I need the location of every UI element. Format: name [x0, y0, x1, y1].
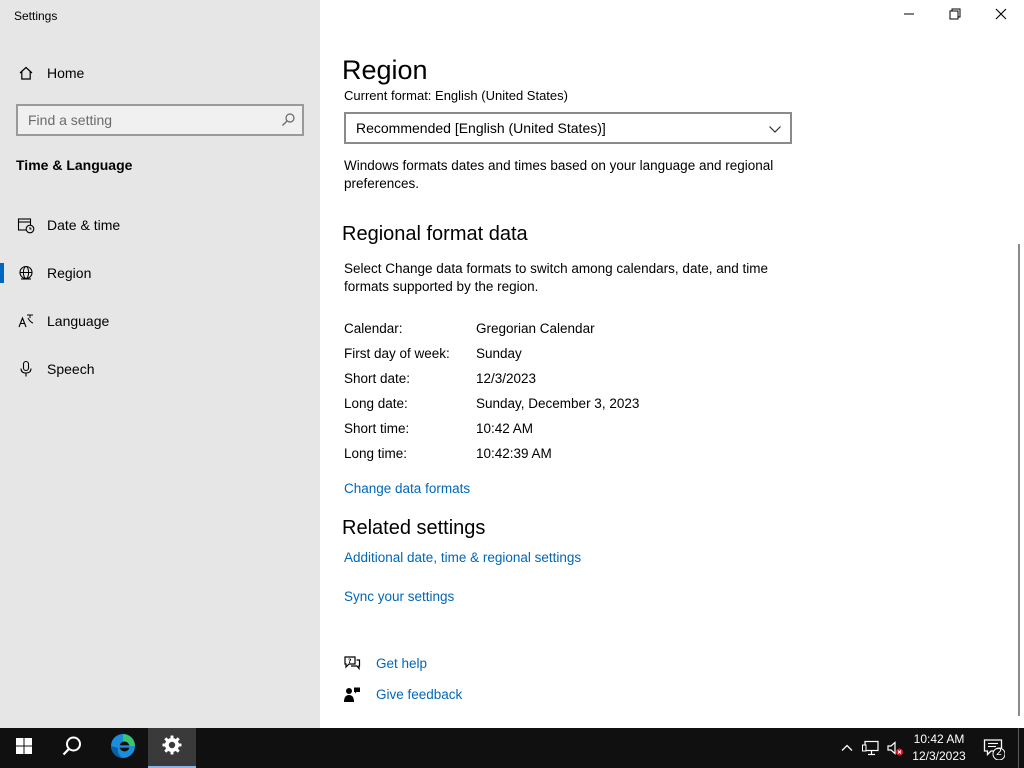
format-row-value: Sunday: [476, 346, 522, 361]
start-button[interactable]: [0, 728, 48, 768]
format-row-value: 10:42 AM: [476, 421, 534, 436]
close-button[interactable]: [978, 0, 1024, 32]
active-indicator: [0, 263, 4, 283]
show-desktop-button[interactable]: [1018, 728, 1019, 768]
format-row-value: Gregorian Calendar: [476, 321, 595, 336]
regional-format-heading: Regional format data: [342, 223, 528, 245]
clock-time: 10:42 AM: [913, 732, 965, 746]
settings-taskbar-button[interactable]: [148, 728, 196, 768]
notification-count: 2: [995, 747, 1003, 758]
sidebar-item-label: Home: [47, 65, 85, 81]
date-time-icon: [17, 216, 35, 234]
sidebar-item-label: Date & time: [47, 217, 121, 233]
dropdown-selected-value: Recommended [English (United States)]: [356, 120, 606, 136]
give-feedback-link[interactable]: Give feedback: [376, 687, 462, 702]
taskbar-clock[interactable]: 10:42 AM 12/3/2023: [906, 731, 972, 765]
app-title: Settings: [14, 9, 58, 23]
get-help-link[interactable]: Get help: [376, 656, 427, 671]
minimize-button[interactable]: [886, 0, 932, 32]
change-data-formats-link[interactable]: Change data formats: [344, 481, 470, 496]
regional-format-description: Select Change data formats to switch amo…: [344, 261, 768, 294]
sidebar-item-label: Region: [47, 265, 92, 281]
format-row-label: First day of week:: [344, 346, 450, 361]
edge-button[interactable]: [99, 728, 147, 768]
volume-muted-icon[interactable]: [886, 739, 904, 757]
search-field[interactable]: [16, 104, 304, 136]
get-help-icon: ?: [343, 655, 361, 673]
current-format-line: Current format: English (United States): [344, 88, 744, 103]
search-icon: [61, 735, 83, 762]
format-row-value: Sunday, December 3, 2023: [476, 396, 640, 411]
format-row-value: 10:42:39 AM: [476, 446, 552, 461]
sidebar-item-region[interactable]: Region: [0, 253, 320, 293]
format-row-label: Long date:: [344, 396, 408, 411]
close-icon: [995, 7, 1007, 25]
sidebar-item-date-time[interactable]: Date & time: [0, 205, 320, 245]
sidebar-item-speech[interactable]: Speech: [0, 349, 320, 389]
restore-button[interactable]: [932, 0, 978, 32]
page-title: Region: [342, 55, 428, 85]
minimize-icon: [903, 7, 915, 25]
svg-text:?: ?: [348, 658, 352, 665]
additional-regional-settings-link[interactable]: Additional date, time & regional setting…: [344, 550, 581, 565]
sidebar-item-home[interactable]: Home: [0, 53, 320, 93]
current-format-text: Current format: English (United States): [344, 88, 568, 103]
start-icon: [15, 737, 33, 760]
chevron-down-icon: [768, 122, 782, 134]
microphone-icon: [17, 360, 35, 378]
taskbar: 10:42 AM 12/3/2023 2: [0, 728, 1024, 768]
clock-date: 12/3/2023: [912, 749, 966, 763]
sidebar-item-language[interactable]: Language: [0, 301, 320, 341]
globe-icon: [17, 264, 35, 282]
section-heading: Time & Language: [16, 157, 133, 173]
related-settings-heading: Related settings: [342, 517, 486, 539]
restore-icon: [949, 7, 961, 25]
search-input[interactable]: [18, 106, 268, 134]
sidebar-item-label: Language: [47, 313, 110, 329]
format-row-label: Short time:: [344, 421, 410, 436]
sidebar-item-label: Speech: [47, 361, 95, 377]
taskbar-search-button[interactable]: [48, 728, 96, 768]
search-icon[interactable]: [280, 112, 296, 128]
chevron-up-icon[interactable]: [838, 739, 856, 757]
format-row-label: Short date:: [344, 371, 411, 386]
sync-settings-link[interactable]: Sync your settings: [344, 589, 454, 604]
format-row-label: Long time:: [344, 446, 408, 461]
format-description: Windows formats dates and times based on…: [344, 158, 774, 191]
regional-format-dropdown[interactable]: Recommended [English (United States)]: [344, 112, 792, 144]
sidebar: Settings Home Time & Language Date & tim…: [0, 0, 320, 728]
network-icon[interactable]: [862, 739, 880, 757]
format-row-value: 12/3/2023: [476, 371, 537, 386]
settings-icon: [162, 735, 182, 760]
edge-icon: [110, 733, 136, 764]
vertical-scrollbar[interactable]: [1018, 244, 1020, 716]
feedback-icon: [343, 686, 361, 704]
language-icon: [17, 312, 35, 330]
home-icon: [17, 64, 35, 82]
format-row-label: Calendar:: [344, 321, 403, 336]
